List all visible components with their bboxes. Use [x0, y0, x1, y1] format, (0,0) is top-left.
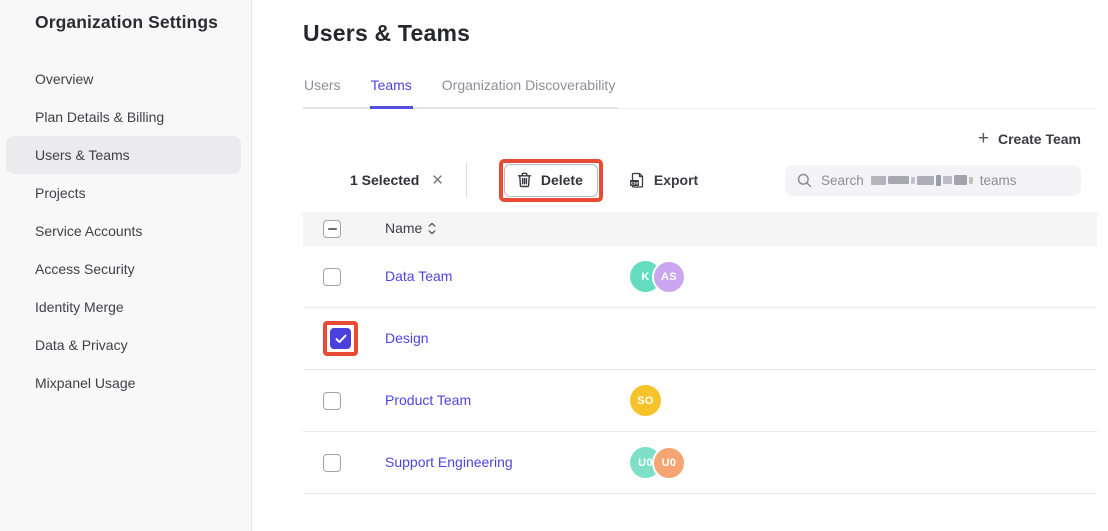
table-row-design[interactable]: Design: [303, 308, 1097, 370]
delete-button[interactable]: Delete: [504, 164, 598, 197]
sidebar-nav: Overview Plan Details & Billing Users & …: [0, 60, 251, 402]
sidebar: Organization Settings Overview Plan Deta…: [0, 0, 252, 531]
team-link-data-team[interactable]: Data Team: [385, 268, 452, 284]
sidebar-item-service-accounts[interactable]: Service Accounts: [6, 212, 241, 250]
page-title: Users & Teams: [303, 20, 1097, 47]
row-checkbox-design[interactable]: [330, 328, 351, 349]
export-button[interactable]: csv Export: [629, 172, 698, 189]
search-placeholder: Search teams: [821, 173, 1017, 188]
csv-file-icon: csv: [629, 172, 645, 189]
selection-summary: 1 Selected ✕: [350, 172, 444, 188]
tabs-bar: Users Teams Organization Discoverability: [303, 77, 1097, 109]
search-icon: [797, 173, 812, 188]
teams-table: Name Data Team: [303, 212, 1097, 494]
row-checkbox-data-team[interactable]: [323, 268, 341, 286]
sidebar-title: Organization Settings: [0, 0, 251, 33]
selected-count-label: 1 Selected: [350, 172, 419, 188]
sidebar-item-users-teams[interactable]: Users & Teams: [6, 136, 241, 174]
check-icon: [335, 334, 347, 344]
sidebar-item-mixpanel-usage[interactable]: Mixpanel Usage: [6, 364, 241, 402]
main-content: Users & Teams Users Teams Organization D…: [252, 0, 1108, 531]
table-row-product-team[interactable]: Product Team SO: [303, 370, 1097, 432]
team-link-support-engineering[interactable]: Support Engineering: [385, 454, 513, 470]
table-header-row: Name: [303, 212, 1097, 246]
sidebar-item-access-security[interactable]: Access Security: [6, 250, 241, 288]
create-team-row: + Create Team: [303, 131, 1097, 147]
indeterminate-dash-icon: [328, 228, 337, 230]
sidebar-item-plan-details-billing[interactable]: Plan Details & Billing: [6, 98, 241, 136]
avatar: U0: [652, 446, 686, 480]
sort-icon[interactable]: [428, 222, 436, 235]
row-checkbox-product-team[interactable]: [323, 392, 341, 410]
selection-toolbar: 1 Selected ✕ Delete: [303, 156, 1097, 204]
checkbox-highlight-annotation: [323, 321, 358, 356]
table-row-data-team[interactable]: Data Team K AS: [303, 246, 1097, 308]
tab-teams[interactable]: Teams: [370, 77, 413, 109]
trash-icon: [517, 172, 532, 188]
create-team-button[interactable]: + Create Team: [978, 131, 1081, 147]
tab-users[interactable]: Users: [303, 77, 342, 109]
delete-button-highlight-annotation: Delete: [499, 159, 603, 202]
clear-selection-icon[interactable]: ✕: [431, 173, 444, 188]
team-link-design[interactable]: Design: [385, 330, 429, 346]
toolbar-divider: [466, 162, 467, 198]
sidebar-item-projects[interactable]: Projects: [6, 174, 241, 212]
search-placeholder-redaction: [871, 175, 973, 186]
search-input[interactable]: Search teams: [785, 165, 1081, 196]
sidebar-item-data-privacy[interactable]: Data & Privacy: [6, 326, 241, 364]
column-header-name: Name: [385, 220, 422, 236]
export-label: Export: [654, 172, 698, 188]
app-window: Organization Settings Overview Plan Deta…: [0, 0, 1108, 531]
avatar: SO: [630, 385, 661, 416]
select-all-checkbox[interactable]: [323, 220, 341, 238]
row-checkbox-support-engineering[interactable]: [323, 454, 341, 472]
team-link-product-team[interactable]: Product Team: [385, 392, 471, 408]
table-row-support-engineering[interactable]: Support Engineering U0 U0: [303, 432, 1097, 494]
sidebar-item-identity-merge[interactable]: Identity Merge: [6, 288, 241, 326]
tab-organization-discoverability[interactable]: Organization Discoverability: [441, 77, 617, 109]
plus-icon: +: [978, 132, 989, 146]
create-team-label: Create Team: [998, 131, 1081, 147]
avatar: AS: [652, 260, 686, 294]
sidebar-item-overview[interactable]: Overview: [6, 60, 241, 98]
svg-text:csv: csv: [630, 181, 639, 186]
delete-label: Delete: [541, 172, 583, 189]
